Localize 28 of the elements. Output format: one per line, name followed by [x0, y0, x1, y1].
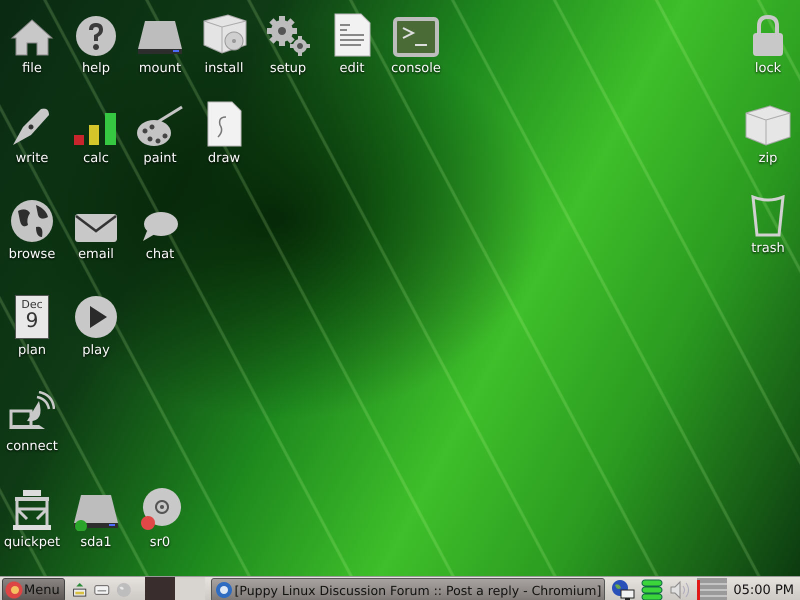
document-icon [333, 13, 371, 57]
network-icon[interactable] [611, 579, 636, 600]
bar-chart-icon [73, 111, 119, 147]
cpu-meter-icon[interactable] [697, 578, 728, 600]
house-icon [10, 17, 54, 57]
calendar-icon: Dec 9 [15, 295, 49, 339]
task-button[interactable]: [Puppy Linux Discussion Forum :: Post a reply - Chromium] [210, 578, 606, 600]
palette-icon [136, 105, 184, 147]
trash-can-icon [751, 195, 785, 237]
drawing-document-icon [206, 101, 242, 147]
padlock-icon [751, 15, 785, 57]
cd-disc-icon [138, 487, 182, 531]
globe-icon [10, 199, 54, 243]
gears-icon [265, 15, 311, 57]
help-icon [75, 15, 117, 57]
terminal-icon [393, 17, 439, 57]
storage-icon[interactable] [641, 579, 664, 600]
drive-icon[interactable] [94, 584, 110, 596]
clock[interactable]: 05:00 PM [733, 582, 798, 598]
box-icon [744, 103, 792, 147]
puppy-logo-icon [5, 581, 23, 599]
browser-icon [214, 581, 233, 599]
envelope-icon [74, 213, 118, 243]
speaker-icon[interactable] [669, 580, 692, 600]
quickpet-icon [11, 487, 53, 531]
speech-bubble-icon [141, 211, 179, 243]
menu-button[interactable]: Menu [2, 578, 65, 600]
play-icon [74, 295, 118, 339]
